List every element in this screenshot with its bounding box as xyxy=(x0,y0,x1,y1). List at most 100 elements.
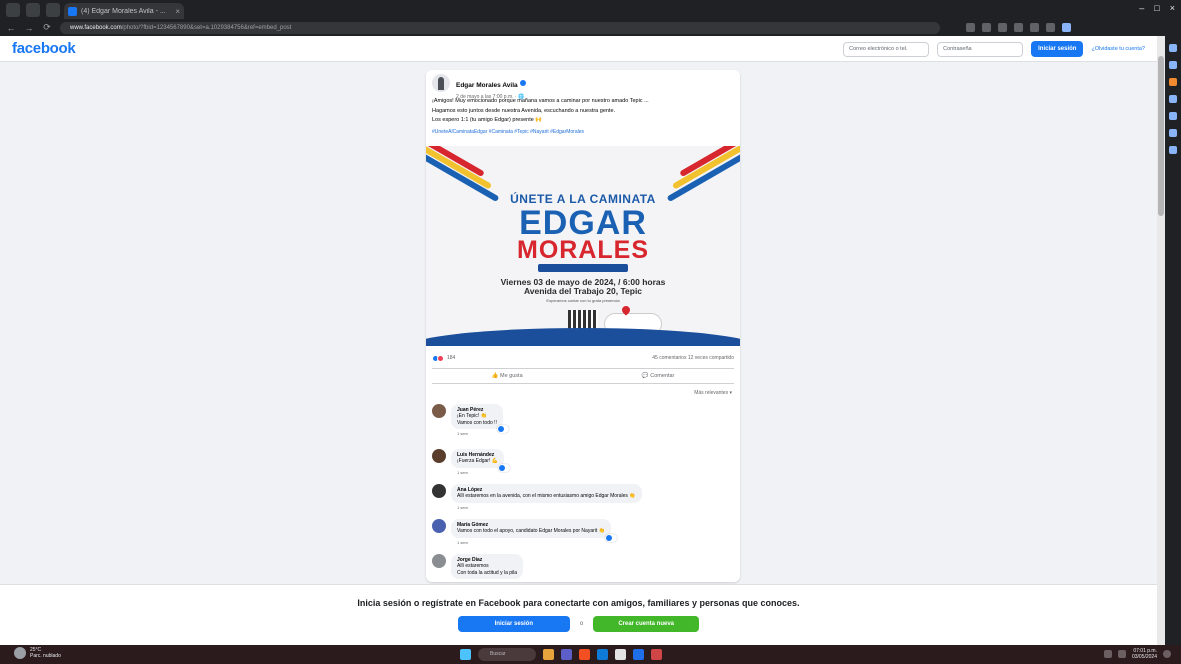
like-button[interactable]: 👍 Me gusta xyxy=(492,373,523,379)
sidebar-app-icon[interactable] xyxy=(1169,112,1177,120)
flyer-date: Viernes 03 de mayo de 2024, / 6:00 horas… xyxy=(426,278,740,296)
window-controls: – □ × xyxy=(1139,3,1175,13)
workspaces-icon[interactable] xyxy=(46,2,60,17)
comment-count[interactable]: 45 comentarios xyxy=(652,355,686,361)
weather-widget[interactable]: 25°C Parc. nublado xyxy=(14,647,61,659)
commenter-avatar[interactable] xyxy=(432,484,446,498)
comment-share-counts: 45 comentarios 12 veces compartido xyxy=(652,355,734,361)
facebook-logo[interactable]: facebook xyxy=(12,40,76,57)
edge-icon[interactable] xyxy=(597,649,608,660)
comment-bubble: Juan Pérez ¡En Tepic! 👏 Vamos con todo !… xyxy=(451,404,509,433)
app-icon[interactable] xyxy=(615,649,626,660)
reload-icon[interactable]: ⟳ xyxy=(42,22,52,33)
commenter-avatar[interactable] xyxy=(432,519,446,533)
post-text-line: Hagamos esto juntos desde nuestra Avenid… xyxy=(432,107,616,114)
login-prompt-buttons: Iniciar sesión o Crear cuenta nueva xyxy=(0,616,1157,632)
sidebar-search-icon[interactable] xyxy=(1169,44,1177,52)
header-login-button[interactable]: Iniciar sesión xyxy=(1031,41,1084,57)
tab-title: (4) Edgar Morales Avila - ... xyxy=(81,7,166,15)
facebook-header: facebook Correo electrónico o tel. Contr… xyxy=(0,36,1157,62)
comment-time[interactable]: 1 sem xyxy=(457,470,504,475)
comment-bubble: Jorge Díaz Allí estaremos Con toda la ac… xyxy=(451,554,524,579)
back-icon[interactable]: ← xyxy=(6,23,16,33)
login-button[interactable]: Iniciar sesión xyxy=(457,616,570,632)
close-window-button[interactable]: × xyxy=(1170,3,1175,13)
extension-icon[interactable] xyxy=(982,23,991,32)
windows-taskbar: 25°C Parc. nublado Buscar 07:01 p.m. 03/05… xyxy=(0,645,1181,664)
notification-icon[interactable] xyxy=(1163,650,1171,658)
comment-time[interactable]: 1 sem xyxy=(457,505,642,510)
forgot-account-link[interactable]: ¿Olvidaste tu cuenta? xyxy=(1091,46,1145,52)
author-name[interactable]: Edgar Morales Avila xyxy=(456,82,518,89)
comment-time[interactable]: 1 sem xyxy=(457,431,503,436)
files-app-icon[interactable] xyxy=(543,649,554,660)
tray-chevron-icon[interactable] xyxy=(1103,650,1112,658)
extension-icon[interactable] xyxy=(966,23,975,32)
flyer-wave xyxy=(426,328,740,346)
profile-icon[interactable] xyxy=(1062,23,1071,32)
app-icon[interactable] xyxy=(633,649,644,660)
page-scrollbar[interactable] xyxy=(1157,36,1165,645)
scroll-thumb[interactable] xyxy=(1158,56,1164,216)
clock[interactable]: 07:01 p.m. 03/05/2024 xyxy=(1132,648,1157,660)
comment-sort-dropdown[interactable]: Más relevantes ▾ xyxy=(694,390,732,396)
tab-close-icon[interactable]: × xyxy=(175,7,180,16)
author-avatar[interactable] xyxy=(432,74,450,92)
comment-reaction-icon[interactable] xyxy=(496,425,509,433)
forward-icon[interactable]: → xyxy=(24,23,34,33)
comment-bubble: María Gómez Vamos con todo el apoyo, can… xyxy=(451,519,617,542)
comment-reaction-icon[interactable] xyxy=(497,463,510,472)
comment-button[interactable]: 💬 Comentar xyxy=(642,373,675,379)
commenter-avatar[interactable] xyxy=(432,554,446,568)
password-field[interactable]: Contraseña xyxy=(937,41,1024,57)
comment: María Gómez Vamos con todo el apoyo, can… xyxy=(432,519,617,545)
email-field[interactable]: Correo electrónico o tel. xyxy=(843,41,930,57)
post-meta[interactable]: 2 de mayo a las 7:00 p.m. · 🌐 xyxy=(456,94,526,100)
comment-time[interactable]: 1 sem xyxy=(457,540,611,545)
comment-text: Vamos con todo el apoyo, candidato Edgar… xyxy=(457,528,605,534)
flyer-badge xyxy=(538,264,628,272)
sidebar-app-icon[interactable] xyxy=(1169,129,1177,137)
comment-bubble: Ana López Allí estaremos en la avenida, … xyxy=(451,484,642,503)
maximize-button[interactable]: □ xyxy=(1154,3,1159,13)
taskbar-search[interactable]: Buscar xyxy=(478,648,536,661)
create-account-button[interactable]: Crear cuenta nueva xyxy=(593,616,700,632)
comment-text: Vamos con todo !! xyxy=(457,419,497,426)
commenter-avatar[interactable] xyxy=(432,449,446,463)
sidebar-app-icon[interactable] xyxy=(1169,61,1177,69)
sidebar-add-icon[interactable] xyxy=(1169,146,1177,154)
verified-badge-icon xyxy=(519,79,526,86)
tab-facebook[interactable]: (4) Edgar Morales Avila - ... × xyxy=(64,3,184,19)
extension-icon[interactable] xyxy=(1046,23,1055,32)
flyer-stripe xyxy=(671,146,740,190)
start-icon[interactable] xyxy=(460,649,471,660)
reactions-summary: 184 45 comentarios 12 veces compartido xyxy=(432,352,734,364)
header-login-form: Correo electrónico o tel. Contraseña Ini… xyxy=(843,41,1145,57)
tab-actions-icon[interactable] xyxy=(26,2,40,17)
sidebar-app-icon[interactable] xyxy=(1169,78,1177,86)
wifi-icon[interactable] xyxy=(1117,650,1126,658)
extension-icon[interactable] xyxy=(998,23,1007,32)
reaction-count[interactable]: 184 xyxy=(447,355,455,361)
flyer-note: Esperamos contar con tu grata presencia xyxy=(546,298,620,303)
minimize-button[interactable]: – xyxy=(1139,3,1144,13)
extension-icon[interactable] xyxy=(1014,23,1023,32)
post-card: Edgar Morales Avila 2 de mayo a las 7:00… xyxy=(426,70,740,582)
event-flyer-image[interactable]: ÚNETE A LA CAMINATA EDGAR MORALES Vierne… xyxy=(426,146,740,346)
opera-icon[interactable] xyxy=(651,649,662,660)
commenter-avatar[interactable] xyxy=(432,404,446,418)
like-label: Me gusta xyxy=(500,373,523,379)
comment-reaction-icon[interactable] xyxy=(604,533,617,542)
app-icon[interactable] xyxy=(579,649,590,660)
share-count[interactable]: 12 veces compartido xyxy=(688,355,734,361)
login-prompt-bar: Inicia sesión o regístrate en Facebook p… xyxy=(0,584,1157,645)
browser-menu-icon[interactable] xyxy=(6,2,20,17)
comment: Jorge Díaz Allí estaremos Con toda la ac… xyxy=(432,554,524,579)
post-hashtags[interactable]: #UneteAlCaminataEdgar #Caminata #Tepic #… xyxy=(426,127,740,137)
sidebar-app-icon[interactable] xyxy=(1169,95,1177,103)
app-icon[interactable] xyxy=(561,649,572,660)
extension-icon[interactable] xyxy=(1030,23,1039,32)
url-field[interactable]: www.facebook.com/photo/?fbid=1234567890&… xyxy=(60,21,940,34)
post-actions: 👍 Me gusta 💬 Comentar xyxy=(432,368,734,384)
weather-icon xyxy=(14,647,26,659)
